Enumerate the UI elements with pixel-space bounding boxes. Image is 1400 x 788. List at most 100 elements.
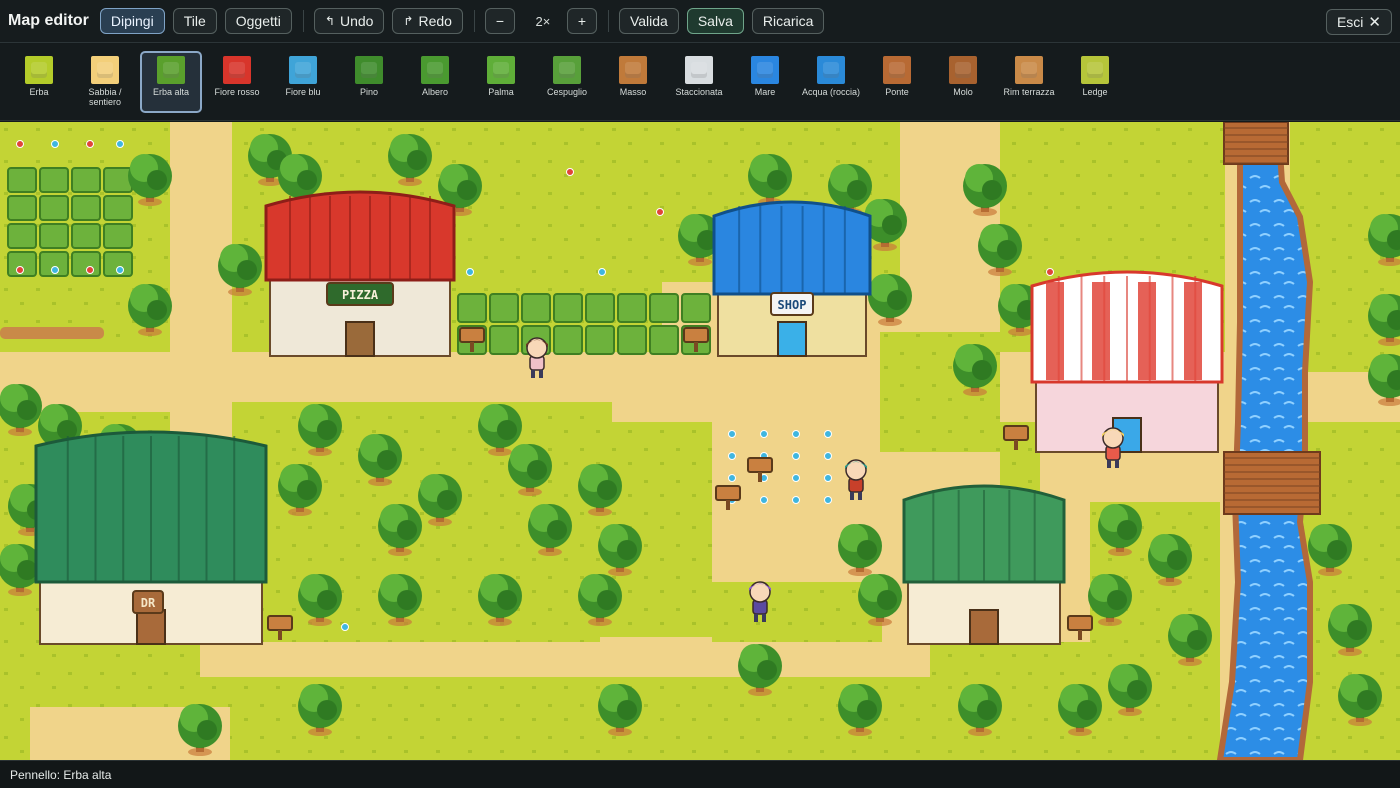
swatch-shade [757, 62, 773, 78]
roof-red-stripe [1184, 282, 1202, 380]
mode-tile-button[interactable]: Tile [172, 8, 217, 34]
palette-tile[interactable]: Erba alta [140, 51, 202, 113]
tree-root [1178, 658, 1202, 666]
tall-grass-tile [489, 325, 519, 355]
save-button[interactable]: Salva [686, 8, 744, 34]
tree-root [428, 518, 452, 526]
palette-tile[interactable]: Ponte [866, 51, 928, 113]
swatch-shade [229, 62, 245, 78]
palette-tile[interactable]: Ledge [1064, 51, 1126, 113]
pizzeria-roof [264, 190, 456, 282]
tree-canopy-dark [972, 360, 992, 380]
tree-canopy-dark [857, 540, 877, 560]
mode-objects-button[interactable]: Oggetti [224, 8, 292, 34]
palette-tile[interactable]: Staccionata [668, 51, 730, 113]
tree-root [1338, 648, 1362, 656]
pine-tile-icon [355, 56, 383, 84]
ledge-tile-icon [1081, 56, 1109, 84]
palette-tile[interactable]: Acqua (roccia) [800, 51, 862, 113]
redo-label: Redo [418, 13, 452, 29]
dirt-ledge [0, 327, 104, 339]
sea-tile-icon [751, 56, 779, 84]
palette-tile[interactable]: Albero [404, 51, 466, 113]
sand-path-tile-icon [91, 56, 119, 84]
tree-root [488, 448, 512, 456]
tree-canopy-dark [757, 660, 777, 680]
redo-button[interactable]: ↱ Redo [392, 8, 463, 34]
tall-grass-tile [7, 223, 37, 249]
tall-grass-tile [617, 293, 647, 323]
zoom-in-button[interactable]: + [566, 8, 597, 34]
tree-canopy-dark [437, 490, 457, 510]
palette-tile-label: Sabbia / sentiero [88, 87, 122, 107]
tree-canopy-dark [457, 180, 477, 200]
flower [760, 430, 768, 438]
roof-red-stripe [1046, 282, 1064, 380]
palette-tile[interactable]: Palma [470, 51, 532, 113]
palette-tile[interactable]: Fiore blu [272, 51, 334, 113]
rock-water-tile-icon [817, 56, 845, 84]
pizzeria-door [345, 321, 375, 357]
zoom-out-button[interactable]: − [484, 8, 515, 34]
palette-tile[interactable]: Masso [602, 51, 664, 113]
tree-root [973, 208, 997, 216]
toolbar-divider [473, 10, 475, 32]
palette-tile-label: Erba [29, 87, 49, 97]
palette-tile-label: Cespuglio [546, 87, 588, 97]
tree-root [748, 688, 772, 696]
tree-root [968, 728, 992, 736]
tree-canopy-dark [17, 400, 37, 420]
palette-tile-label: Staccionata [675, 87, 723, 97]
sign-post [726, 500, 730, 510]
tree-canopy-dark [547, 520, 567, 540]
tall-grass-tile [7, 167, 37, 193]
flower [824, 452, 832, 460]
tall-grass-tile [39, 195, 69, 221]
map-canvas[interactable]: PIZZA SHOP DR [0, 122, 1400, 760]
tree-tile-icon [421, 56, 449, 84]
tree-root [228, 288, 252, 296]
tree-root [368, 478, 392, 486]
palette-tile[interactable]: Rim terrazza [998, 51, 1060, 113]
tall-grass-tile [617, 325, 647, 355]
flower [341, 623, 349, 631]
validate-button[interactable]: Valida [618, 8, 679, 34]
swatch-shade [427, 62, 443, 78]
flower [824, 496, 832, 504]
tree-root [963, 388, 987, 396]
palette-tile[interactable]: Fiore rosso [206, 51, 268, 113]
tree-canopy-dark [1107, 590, 1127, 610]
flower [824, 474, 832, 482]
sign-post [1078, 630, 1082, 640]
tree-canopy-dark [317, 420, 337, 440]
tree-canopy-dark [297, 480, 317, 500]
palette-tile[interactable]: Pino [338, 51, 400, 113]
flower [566, 168, 574, 176]
redo-icon: ↱ [403, 14, 414, 28]
palette-tile-label: Ponte [885, 87, 909, 97]
exit-button[interactable]: Esci ✕ [1325, 9, 1392, 35]
swatch-shade [691, 62, 707, 78]
exit-label: Esci [1336, 14, 1364, 30]
reload-button[interactable]: Ricarica [751, 8, 825, 34]
tree-canopy-dark [1347, 620, 1367, 640]
tree-canopy-dark [497, 420, 517, 440]
palette-tile[interactable]: Molo [932, 51, 994, 113]
tall-grass-tile [553, 293, 583, 323]
tree-root [188, 748, 212, 756]
palette-tile[interactable]: Erba [8, 51, 70, 113]
palette-tile-label: Erba alta [152, 87, 190, 97]
palette-tile[interactable]: Cespuglio [536, 51, 598, 113]
bush-tile-icon [553, 56, 581, 84]
palette-tile[interactable]: Sabbia / sentiero [74, 51, 136, 113]
tree-canopy-dark [497, 590, 517, 610]
undo-button[interactable]: ↰ Undo [313, 8, 385, 34]
palette-tile-label: Molo [953, 87, 973, 97]
map-layer[interactable]: PIZZA SHOP DR [0, 122, 1400, 760]
mode-paint-button[interactable]: Dipingi [99, 8, 165, 34]
flower [728, 452, 736, 460]
fence-tile-icon [685, 56, 713, 84]
palette-tile-label: Pino [359, 87, 378, 97]
tree-root [398, 178, 422, 186]
palette-tile[interactable]: Mare [734, 51, 796, 113]
